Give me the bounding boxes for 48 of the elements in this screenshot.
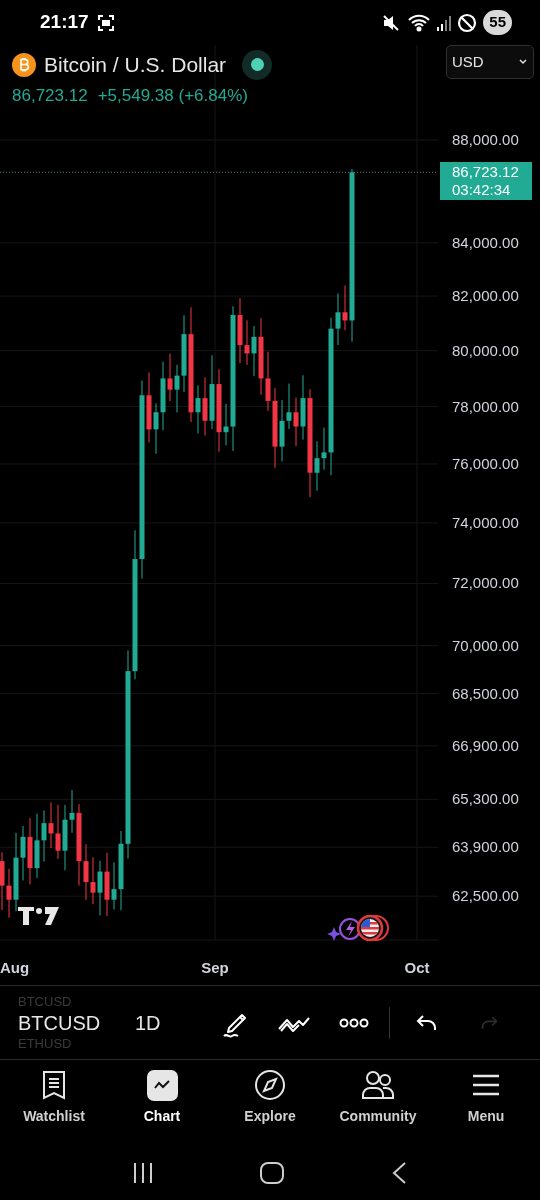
last-price: 86,723.12: [12, 84, 88, 107]
price-axis-label: 62,500.00: [452, 887, 519, 906]
price-change: +5,549.38 (+6.84%): [97, 84, 248, 107]
nav-tab[interactable]: Chart: [108, 1068, 216, 1145]
price-axis-label: 72,000.00: [452, 574, 519, 593]
people-icon: [361, 1068, 395, 1102]
price-axis-label: 82,000.00: [452, 287, 519, 306]
price-axis-label: 88,000.00: [452, 131, 519, 149]
more-options-button[interactable]: [338, 1017, 369, 1028]
bitcoin-icon: [12, 52, 36, 77]
last-price-value: 86,723.12: [452, 163, 520, 182]
wifi-icon: [407, 12, 432, 33]
time-axis-label: Oct: [404, 958, 430, 978]
price-axis-label: 84,000.00: [452, 233, 519, 252]
currency-dropdown[interactable]: USD: [446, 45, 534, 79]
chevron-down-icon: [518, 58, 528, 66]
sparkle-icon: [327, 918, 361, 941]
battery-level: 55: [483, 10, 512, 35]
time-axis-label: Sep: [201, 958, 229, 978]
status-time: 21:17: [40, 10, 89, 35]
price-axis-label: 65,300.00: [452, 790, 519, 809]
watchlist-icon: [41, 1068, 67, 1102]
price-axis-label: 68,500.00: [452, 684, 519, 703]
chart-icon: [146, 1068, 178, 1102]
price-axis-label: 63,900.00: [452, 838, 519, 857]
nav-tab[interactable]: Watchlist: [0, 1068, 108, 1145]
logo-icon: [18, 907, 59, 925]
nav-tab[interactable]: Community: [324, 1068, 432, 1145]
price-axis-label: 78,000.00: [452, 397, 519, 416]
recent-apps-button[interactable]: [132, 1160, 155, 1185]
bar-countdown: 03:42:34: [452, 181, 512, 200]
nav-tab[interactable]: Explore: [216, 1068, 324, 1145]
price-axis-label: 70,000.00: [452, 636, 519, 655]
time-axis-label: Aug: [0, 958, 30, 978]
undo-button[interactable]: [415, 1013, 438, 1032]
interval-button[interactable]: 1D: [135, 1007, 161, 1038]
price-axis-label: 74,000.00: [452, 513, 519, 532]
price-axis-label: 66,900.00: [452, 736, 519, 755]
signal-icon: [437, 13, 452, 32]
home-button[interactable]: [259, 1160, 285, 1185]
screenshot-icon: [96, 13, 115, 32]
compass-icon: [254, 1068, 286, 1102]
symbol-name: Bitcoin / U.S. Dollar: [44, 52, 227, 78]
price-axis-label: 80,000.00: [452, 341, 519, 360]
symbol-option[interactable]: BTCUSD: [18, 1009, 118, 1036]
do-not-disturb-icon: [457, 12, 478, 33]
price-axis-label: 76,000.00: [452, 455, 519, 473]
nav-tab[interactable]: Menu: [432, 1068, 540, 1145]
